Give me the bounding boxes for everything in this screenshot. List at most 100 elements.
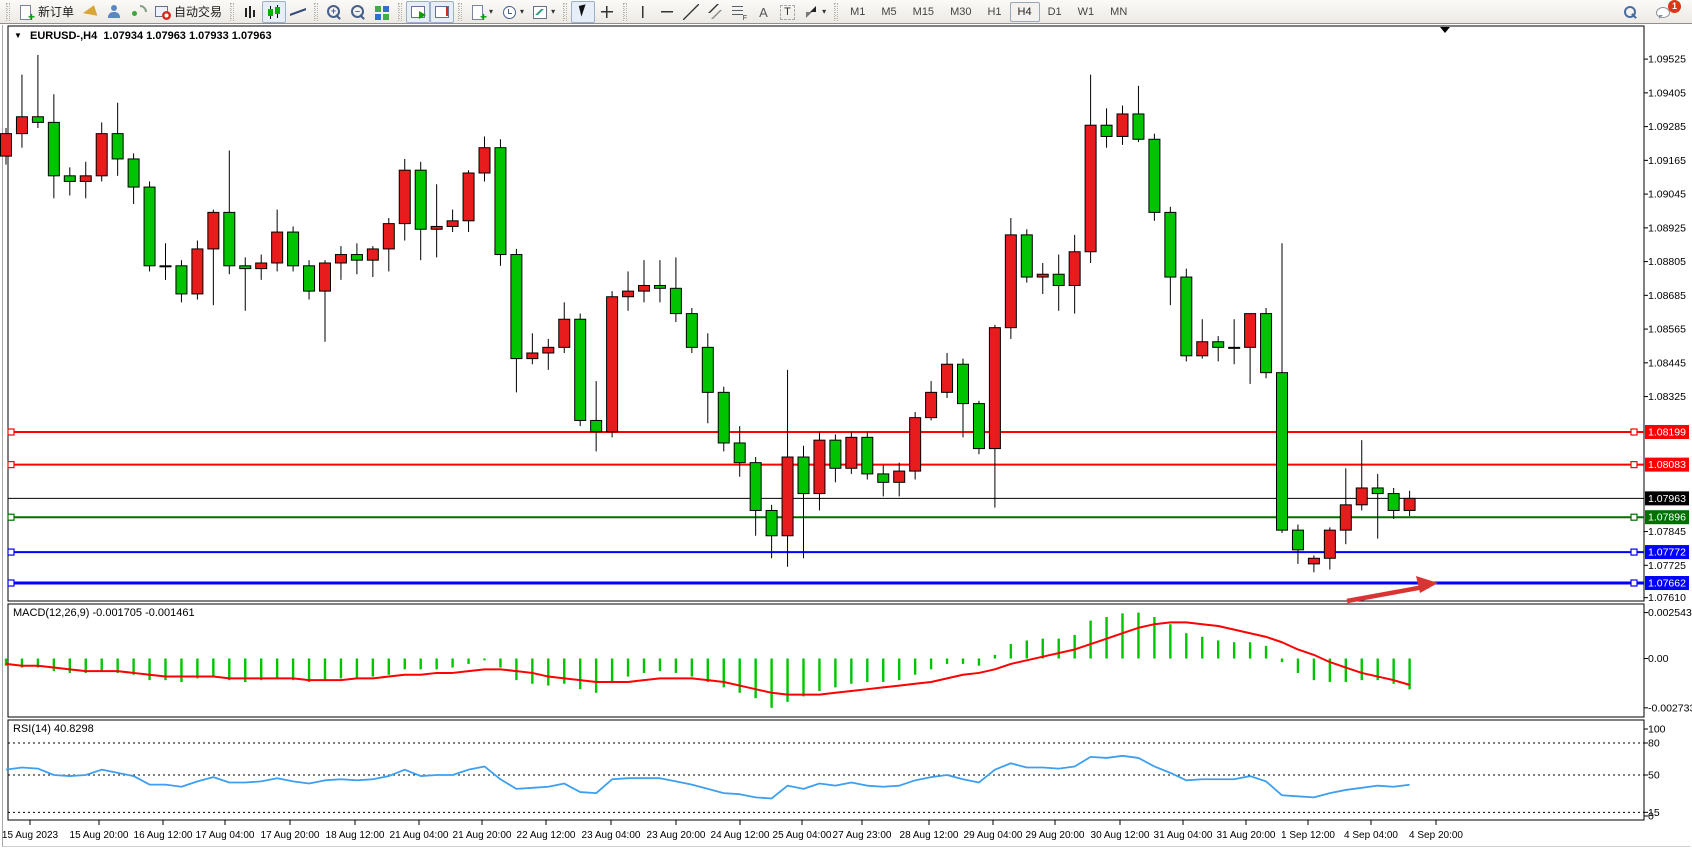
candlestick-mode-icon: [266, 4, 282, 20]
auto-scroll-button[interactable]: [406, 1, 430, 23]
community-button[interactable]: [102, 1, 126, 23]
toolbar-right-icons: 1: [1618, 1, 1690, 23]
price-tick-label: 1.09165: [1648, 155, 1686, 167]
fibonacci-button[interactable]: [727, 1, 751, 23]
line-chart-mode-button[interactable]: [286, 1, 310, 23]
candle: [973, 401, 984, 454]
arrows-icon: [803, 4, 819, 20]
trendline-button[interactable]: [679, 1, 703, 23]
signals-button[interactable]: [126, 1, 150, 23]
vertical-line-icon: [635, 4, 651, 20]
timeframe-mn-button[interactable]: MN: [1102, 2, 1135, 22]
candle: [575, 314, 586, 426]
crosshair-icon: [599, 4, 615, 20]
time-tick-label: 28 Aug 12:00: [900, 830, 959, 841]
candle: [607, 291, 618, 437]
mt4-window: 新订单 自动交易 ▾ ▾ ▾ ▾ M1M5M15M30H1H4D1W1MN 1 1.09525…: [0, 0, 1692, 854]
timeframe-m30-button[interactable]: M30: [942, 2, 979, 22]
zoom-in-button[interactable]: [322, 1, 346, 23]
line-end-marker[interactable]: [8, 514, 14, 520]
chart-shift-button[interactable]: [430, 1, 454, 23]
candle: [910, 412, 921, 479]
candle: [144, 181, 155, 271]
auto-trading-button[interactable]: 自动交易: [150, 1, 226, 23]
time-tick-label: 21 Aug 04:00: [390, 830, 449, 841]
periods-icon: [501, 4, 517, 20]
candlestick-mode-button[interactable]: [262, 1, 286, 23]
arrows-button[interactable]: ▾: [799, 1, 830, 23]
timeframe-m15-button[interactable]: M15: [905, 2, 942, 22]
rsi-indicator-label: RSI(14) 40.8298: [13, 723, 94, 735]
chevron-down-icon[interactable]: ▾: [489, 7, 493, 16]
horizontal-line-button[interactable]: [655, 1, 679, 23]
tile-windows-button[interactable]: [370, 1, 394, 23]
cursor-icon: [575, 4, 591, 20]
price-tick-label: 1.08805: [1648, 256, 1686, 268]
line-end-marker[interactable]: [1631, 514, 1637, 520]
toolbar-grip: [623, 3, 627, 21]
line-end-marker[interactable]: [1631, 549, 1637, 555]
line-end-marker[interactable]: [8, 462, 14, 468]
main-chart-panel[interactable]: [8, 26, 1644, 601]
periods-button[interactable]: ▾: [497, 1, 528, 23]
tile-windows-icon: [374, 4, 390, 20]
chevron-down-icon[interactable]: ▾: [822, 7, 826, 16]
time-tick-label: 30 Aug 12:00: [1091, 830, 1150, 841]
timeframe-w1-button[interactable]: W1: [1070, 2, 1103, 22]
timeframe-m5-button[interactable]: M5: [873, 2, 904, 22]
macd-panel[interactable]: [8, 604, 1644, 717]
candle: [1181, 269, 1192, 362]
rsi-axis-label: 80: [1648, 737, 1660, 749]
notifications-button[interactable]: 1: [1652, 1, 1676, 23]
line-end-marker[interactable]: [8, 580, 14, 586]
indicators-button[interactable]: ▾: [466, 1, 497, 23]
chevron-down-icon[interactable]: ▾: [551, 7, 555, 16]
line-end-marker[interactable]: [1631, 429, 1637, 435]
vertical-line-button[interactable]: [631, 1, 655, 23]
megaphone-button[interactable]: [78, 1, 102, 23]
time-tick-label: 4 Sep 20:00: [1409, 830, 1463, 841]
candle: [686, 308, 697, 353]
chevron-down-icon[interactable]: ▾: [520, 7, 524, 16]
price-tick-label: 1.08445: [1648, 357, 1686, 369]
time-tick-label: 15 Aug 2023: [2, 830, 59, 841]
line-end-marker[interactable]: [8, 429, 14, 435]
time-tick-label: 1 Sep 12:00: [1281, 830, 1335, 841]
text-button[interactable]: [751, 1, 775, 23]
trendline-icon: [683, 4, 699, 20]
toolbar-grip: [458, 3, 462, 21]
equidistant-channel-button[interactable]: [703, 1, 727, 23]
time-tick-label: 17 Aug 04:00: [196, 830, 255, 841]
cursor-button[interactable]: [571, 1, 595, 23]
chart-canvas[interactable]: 1.095251.094051.092851.091651.090451.089…: [0, 0, 1692, 854]
crosshair-button[interactable]: [595, 1, 619, 23]
candle: [1005, 218, 1016, 339]
timeframe-m1-button[interactable]: M1: [842, 2, 873, 22]
horizontal-line-icon: [659, 4, 675, 20]
timeframe-h4-button[interactable]: H4: [1010, 2, 1040, 22]
rsi-panel[interactable]: [8, 720, 1644, 820]
search-button[interactable]: [1618, 1, 1642, 23]
zoom-out-button[interactable]: [346, 1, 370, 23]
timeframe-h1-button[interactable]: H1: [979, 2, 1009, 22]
line-end-marker[interactable]: [1631, 462, 1637, 468]
price-level-tag-text: 1.07963: [1648, 493, 1686, 505]
auto-trading-label: 自动交易: [174, 3, 222, 20]
templates-button[interactable]: ▾: [528, 1, 559, 23]
time-tick-label: 23 Aug 04:00: [582, 830, 641, 841]
symbol-dropdown-icon[interactable]: ▼: [14, 31, 22, 40]
line-end-marker[interactable]: [1631, 580, 1637, 586]
time-tick-label: 21 Aug 20:00: [453, 830, 512, 841]
timeframe-d1-button[interactable]: D1: [1040, 2, 1070, 22]
macd-values: -0.001705 -0.001461: [92, 607, 194, 619]
price-tick-label: 1.07845: [1648, 526, 1686, 538]
new-order-button[interactable]: 新订单: [14, 1, 78, 23]
notification-badge: 1: [1668, 0, 1681, 13]
rsi-axis-label: 100: [1648, 724, 1666, 736]
toolbar: 新订单 自动交易 ▾ ▾ ▾ ▾ M1M5M15M30H1H4D1W1MN 1: [0, 0, 1692, 24]
text-label-button[interactable]: [775, 1, 799, 23]
line-end-marker[interactable]: [8, 549, 14, 555]
bar-chart-mode-button[interactable]: [238, 1, 262, 23]
toolbar-grip: [314, 3, 318, 21]
price-tick-label: 1.08685: [1648, 290, 1686, 302]
